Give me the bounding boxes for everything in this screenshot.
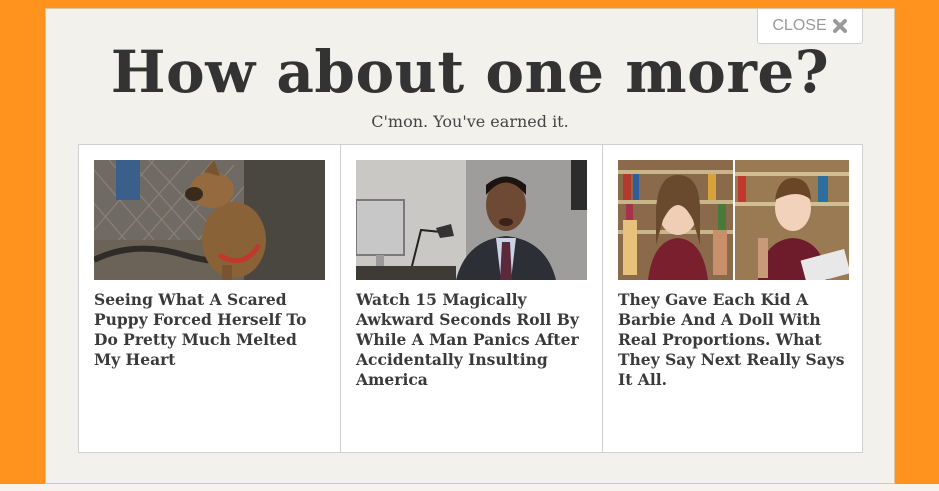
man-thumbnail[interactable]	[356, 160, 587, 280]
close-icon	[832, 18, 848, 34]
article-card-kids-dolls[interactable]: They Gave Each Kid A Barbie And A Doll W…	[602, 145, 864, 452]
article-card-puppy[interactable]: Seeing What A Scared Puppy Forced Hersel…	[79, 145, 340, 452]
article-title[interactable]: Watch 15 Magically Awkward Seconds Roll …	[356, 290, 587, 390]
close-label: CLOSE	[772, 17, 827, 34]
article-card-awkward-man[interactable]: Watch 15 Magically Awkward Seconds Roll …	[340, 145, 602, 452]
page-backdrop-strip	[0, 484, 939, 491]
article-cards: Seeing What A Scared Puppy Forced Hersel…	[78, 144, 863, 453]
modal-headline: How about one more?	[110, 38, 830, 106]
article-title[interactable]: Seeing What A Scared Puppy Forced Hersel…	[94, 290, 325, 370]
puppy-thumbnail[interactable]	[94, 160, 325, 280]
modal-subtext: C'mon. You've earned it.	[371, 112, 569, 131]
article-title[interactable]: They Gave Each Kid A Barbie And A Doll W…	[618, 290, 849, 390]
kids-thumbnail[interactable]	[618, 160, 849, 280]
recommendation-modal: CLOSE How about one more? C'mon. You've …	[45, 8, 895, 484]
